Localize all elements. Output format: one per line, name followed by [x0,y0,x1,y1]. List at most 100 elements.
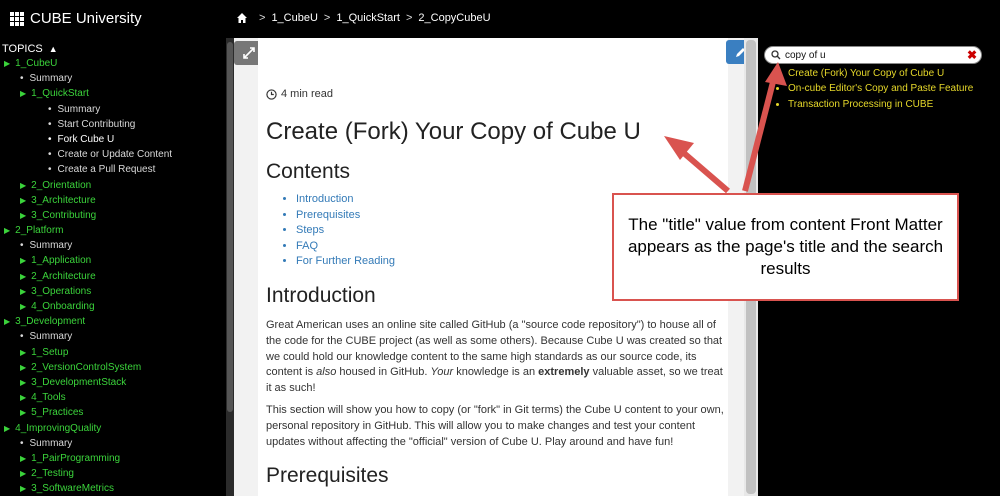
bullet-icon: • [48,118,52,130]
sidebar-item[interactable]: ▶ 3_Contributing [0,208,226,223]
expand-arrow-icon: ▶ [4,59,11,68]
toc-link[interactable]: Steps [296,223,395,239]
chevron-up-icon: ▲ [48,43,58,54]
expand-arrow-icon: ▶ [4,317,11,327]
sidebar-item[interactable]: • Create or Update Content [0,147,226,162]
sidebar-item[interactable]: ▶ 1_Application [0,253,226,268]
expand-arrow-icon: ▶ [20,484,27,494]
sidebar-item-label: 2_Testing [31,468,74,480]
breadcrumb-item[interactable]: 1_CubeU [271,12,317,24]
sidebar-item-label: 1_Setup [31,346,69,358]
sidebar-item[interactable]: ▶ 1_PairProgramming [0,451,226,466]
app-title: CUBE University [30,10,142,27]
sidebar-scrollbar[interactable] [226,38,234,496]
clear-search-icon[interactable]: ✖ [967,48,977,62]
sidebar-item[interactable]: ▶ 2_Architecture [0,269,226,284]
breadcrumb-separator: > [259,12,266,24]
home-icon[interactable] [236,12,248,24]
intro-emphasis: Your [430,366,454,379]
intro-paragraph-2: This section will show you how to copy (… [266,404,724,448]
sidebar-item[interactable]: ▶ 5_Practices [0,405,226,420]
toc-link[interactable]: For Further Reading [296,254,395,270]
sidebar-item[interactable]: ▶ 2_Orientation [0,178,226,193]
sidebar-item-label: 4_Tools [31,392,66,404]
search-result[interactable]: Transaction Processing in CUBE [788,97,973,112]
clock-icon [266,88,277,100]
breadcrumb-separator: > [405,12,413,24]
intro-text: housed in GitHub. [336,366,431,379]
expand-arrow-icon: ▶ [20,180,27,190]
sidebar-item[interactable]: ▶ 3_SoftwareMetrics [0,481,226,496]
sidebar-item-label: Summary [29,437,73,449]
sidebar-item-label: Create a Pull Request [57,164,156,176]
intro-text: knowledge is an [453,366,539,379]
expand-arrow-icon: ▶ [20,393,27,403]
sidebar-item[interactable]: • Fork Cube U [0,132,226,147]
sidebar-item-label: 3_Operations [31,285,92,297]
sidebar-item[interactable]: • Create a Pull Request [0,162,226,177]
sidebar-item[interactable]: ▶ 2_Testing [0,466,226,481]
expand-arrow-icon: ▶ [20,469,27,479]
search-results: Create (Fork) Your Copy of Cube U On-cub… [776,66,973,112]
sidebar-item[interactable]: ▶ 1_Setup [0,345,226,360]
topics-tree: ▶ 1_CubeU • Summary ▶ 1_QuickStart • Summary • St… [0,56,226,496]
sidebar-item[interactable]: ▶ 3_Architecture [0,193,226,208]
sidebar-item[interactable]: ▶ 3_DevelopmentStack [0,375,226,390]
expand-arrow-icon: ▶ [20,347,27,357]
annotation-callout: The "title" value from content Front Mat… [612,193,959,301]
search-input[interactable] [785,49,955,61]
sidebar-item-label: Summary [29,73,73,85]
sidebar-item[interactable]: • Summary [0,102,226,117]
expand-arrow-icon: ▶ [20,271,27,281]
bullet-icon: • [20,73,24,85]
search-icon [771,50,781,60]
bullet-icon: • [20,240,24,252]
sidebar-item-label: 1_Application [31,255,92,267]
expand-arrow-icon: ▶ [20,408,27,418]
sidebar-item-label: 1_PairProgramming [31,452,121,464]
toc-link[interactable]: Prerequisites [296,208,395,224]
sidebar-item-label: 3_SoftwareMetrics [31,483,114,495]
expand-arrow-icon: ▶ [20,89,27,99]
sidebar-item[interactable]: ▶ 2_VersionControlSystem [0,360,226,375]
topics-header[interactable]: TOPICS ▲ [0,38,226,56]
introduction-heading: Introduction [266,284,376,307]
bullet-icon: • [20,331,24,343]
page-title: Create (Fork) Your Copy of Cube U [266,118,641,145]
sidebar-item-label: 3_Contributing [31,209,97,221]
toc-link[interactable]: FAQ [296,239,395,255]
sidebar-item[interactable]: • Summary [0,238,226,253]
sidebar-item[interactable]: ▶ 3_Operations [0,284,226,299]
bullet-icon: • [48,164,52,176]
sidebar-item[interactable]: • Start Contributing [0,117,226,132]
sidebar-item[interactable]: • Summary [0,436,226,451]
sidebar-item-label: Summary [29,331,73,343]
sidebar-item-label: 2_Orientation [31,179,92,191]
expand-icon [243,47,255,59]
bullet-icon: • [48,149,52,161]
sidebar-item[interactable]: ▶ 1_QuickStart [0,86,226,101]
sidebar-item[interactable]: ▶ 1_CubeU [0,56,226,71]
breadcrumb-item-current[interactable]: 2_CopyCubeU [418,12,490,24]
sidebar-item[interactable]: • Summary [0,71,226,86]
sidebar-item[interactable]: ▶ 4_Tools [0,390,226,405]
sidebar-item[interactable]: ▶ 2_Platform [0,223,226,238]
sidebar-item[interactable]: ▶ 4_ImprovingQuality [0,421,226,436]
expand-arrow-icon: ▶ [20,210,27,220]
search-result[interactable]: Create (Fork) Your Copy of Cube U [788,66,973,81]
app-brand[interactable]: CUBE University [10,10,142,27]
expand-arrow-icon: ▶ [20,286,27,296]
sidebar-item[interactable]: • Summary [0,329,226,344]
breadcrumb-item[interactable]: 1_QuickStart [336,12,400,24]
sidebar-scrollbar-thumb[interactable] [227,42,233,412]
prerequisites-heading: Prerequisites [266,464,389,487]
breadcrumb-separator: > [323,12,331,24]
sidebar-item[interactable]: ▶ 3_Development [0,314,226,329]
expand-arrow-icon: ▶ [20,195,27,205]
sidebar-item[interactable]: ▶ 4_Onboarding [0,299,226,314]
toc-link[interactable]: Introduction [296,192,395,208]
sidebar-item-label: Start Contributing [57,118,136,130]
expand-arrow-icon: ▶ [4,226,11,236]
search-result[interactable]: On-cube Editor's Copy and Paste Feature [788,81,973,96]
expand-arrow-icon: ▶ [20,302,27,311]
